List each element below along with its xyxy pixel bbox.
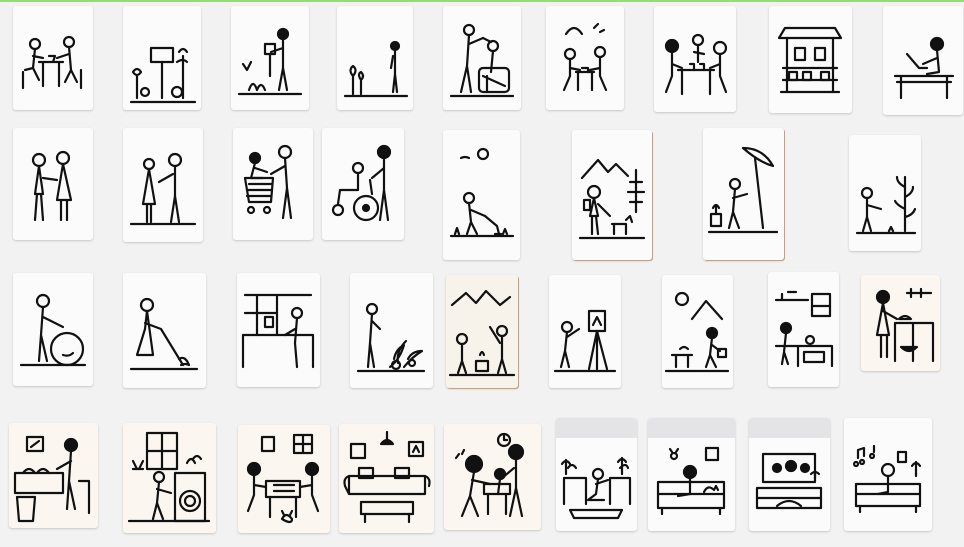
card-shop-stall (769, 6, 852, 113)
person-sweeping-illustration (129, 297, 199, 371)
card-child-watering (443, 130, 520, 260)
person-plants-illustration (356, 302, 426, 373)
card-two-people-desk (13, 6, 93, 110)
person-sofa-music-illustration (852, 444, 922, 514)
card-family-board-game (238, 425, 330, 533)
image-grid (0, 0, 964, 547)
card-child-easel (549, 275, 621, 388)
child-easel-illustration (553, 309, 617, 373)
two-people-picnic-illustration (562, 22, 608, 92)
group-at-table-illustration (664, 33, 728, 96)
hiker-with-dog-illustration (578, 158, 646, 240)
card-living-room-sofa (339, 424, 434, 533)
card-person-kitchen-window (237, 273, 320, 387)
grandparent-child-reading-illustration (454, 432, 525, 518)
person-at-laptop-illustration (893, 36, 955, 100)
card-couple-shopping-cart (233, 128, 313, 240)
couple-standing-illustration (31, 150, 73, 222)
card-person-sofa-cat (648, 418, 735, 531)
card-person-standing-plant (337, 6, 413, 110)
living-room-sofa-illustration (343, 430, 431, 524)
card-wheelchair-helper (322, 128, 404, 240)
person-pushing-wheel-illustration (19, 293, 87, 367)
person-kitchen-window-illustration (241, 293, 315, 369)
card-person-garden-stand (231, 6, 309, 110)
card-person-sofa-music (844, 418, 932, 531)
card-person-at-laptop (883, 6, 963, 115)
card-child-umbrella (703, 128, 784, 260)
card-child-kitchen (768, 272, 839, 387)
two-people-talking-illustration (129, 152, 197, 226)
person-with-child-play-illustration (449, 23, 515, 98)
person-standing-plant-illustration (343, 40, 409, 98)
laundry-machine-illustration (127, 431, 211, 523)
card-hiker-with-dog (572, 130, 652, 260)
shop-stall-illustration (777, 26, 843, 94)
person-garden-stand-illustration (237, 27, 303, 96)
couple-shopping-cart-illustration (243, 144, 293, 220)
family-tv-illustration (755, 452, 823, 510)
card-two-people-picnic (546, 6, 624, 110)
child-watering-illustration (449, 147, 515, 238)
person-plants-rug-illustration (560, 456, 632, 520)
children-campfire-illustration (448, 289, 516, 377)
family-board-game-illustration (246, 433, 320, 524)
card-garden-sign (123, 6, 201, 110)
person-sofa-cat-illustration (656, 446, 726, 516)
card-person-plants-rug (556, 418, 637, 531)
card-family-tv (749, 418, 830, 531)
garden-sign-illustration (129, 46, 197, 104)
card-person-plants (350, 273, 433, 388)
person-cooking-illustration (875, 287, 935, 363)
child-kitchen-illustration (774, 290, 834, 368)
card-person-with-child-play (443, 6, 521, 110)
child-with-tree-illustration (855, 175, 917, 235)
child-walk-mountains-illustration (664, 291, 730, 373)
card-children-campfire (446, 275, 518, 388)
card-child-walk-mountains (662, 275, 733, 388)
child-umbrella-illustration (707, 146, 779, 234)
card-two-people-talking (123, 128, 203, 242)
card-person-cooking (861, 275, 940, 371)
card-laundry-machine (123, 423, 216, 533)
washing-dishes-illustration (13, 435, 91, 523)
card-washing-dishes (9, 423, 98, 528)
card-group-at-table (654, 6, 736, 112)
card-person-sweeping (123, 273, 206, 388)
card-couple-standing (13, 128, 93, 240)
two-people-desk-illustration (21, 35, 83, 90)
card-grandparent-child-reading (444, 424, 541, 530)
card-person-pushing-wheel (13, 273, 93, 386)
wheelchair-helper-illustration (331, 144, 392, 222)
card-child-with-tree (849, 135, 921, 251)
